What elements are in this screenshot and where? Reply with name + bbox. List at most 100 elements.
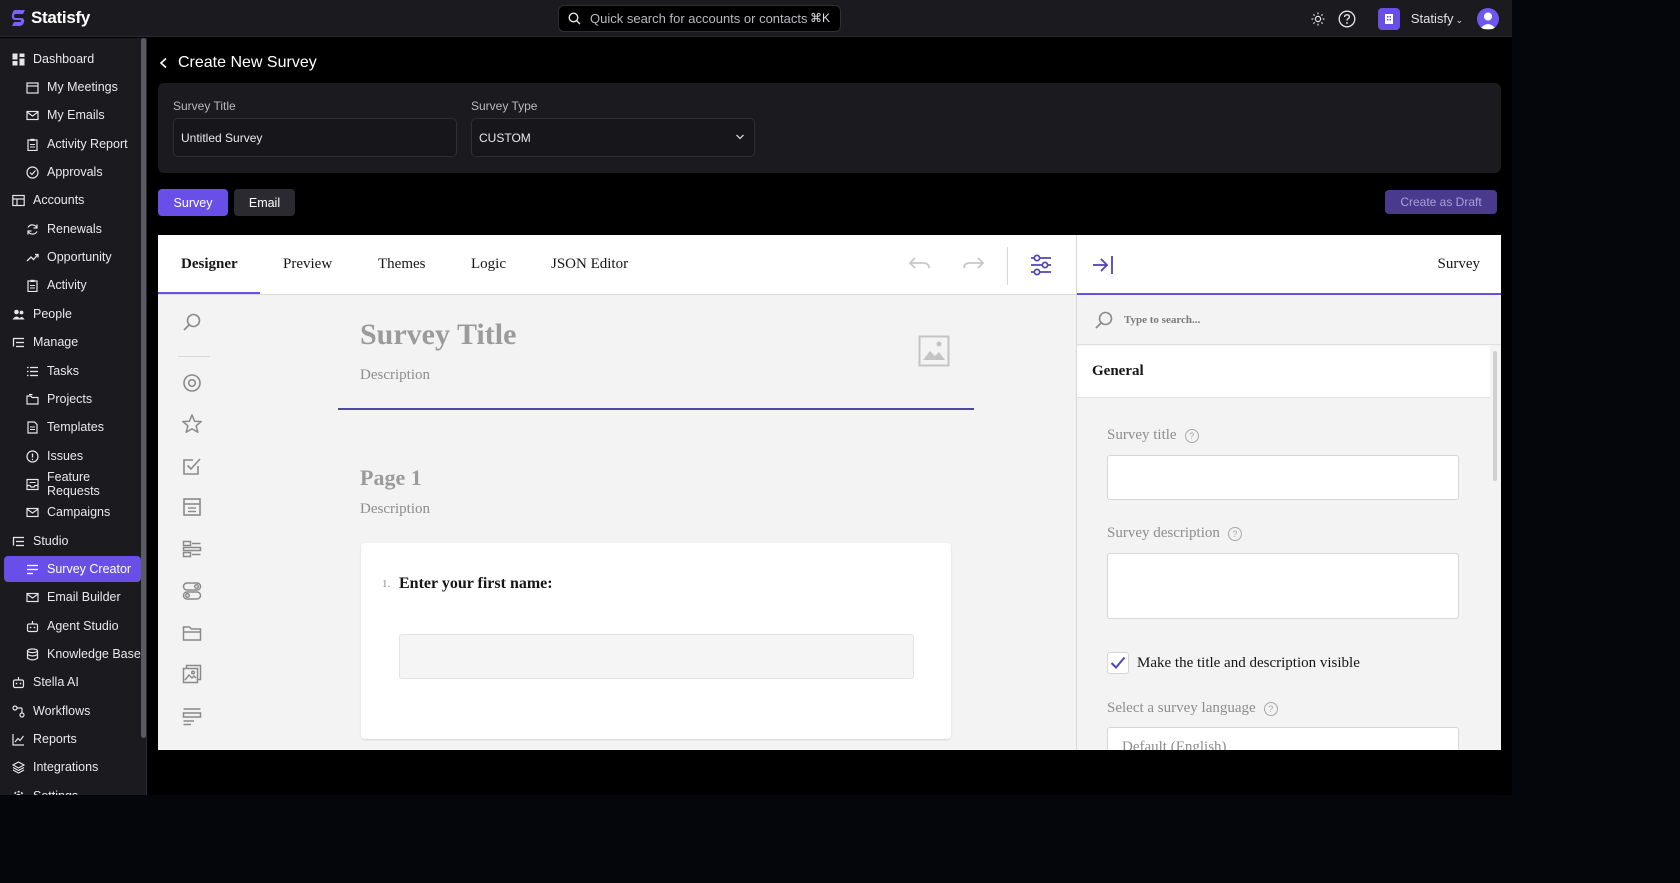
sidebar-item-opportunity[interactable]: Opportunity xyxy=(4,244,141,270)
mail-icon xyxy=(25,590,39,604)
sidebar-item-approvals[interactable]: Approvals xyxy=(4,159,141,185)
org-switcher[interactable]: Statisfy ⌄ xyxy=(1411,11,1463,26)
sidebar-item-renewals[interactable]: Renewals xyxy=(4,216,141,242)
sidebar-item-label: Manage xyxy=(33,335,79,349)
survey-logo-image-icon[interactable] xyxy=(918,335,950,372)
sidebar-item-agent-studio[interactable]: Agent Studio xyxy=(4,613,141,639)
user-avatar[interactable] xyxy=(1477,7,1499,30)
file-upload-folder-icon[interactable] xyxy=(181,622,203,644)
prop-language-text: Select a survey language xyxy=(1107,700,1256,716)
sidebar-item-integrations[interactable]: Integrations xyxy=(4,754,141,780)
email-mode-button[interactable]: Email xyxy=(234,189,295,216)
help-question-icon[interactable]: ? xyxy=(1227,526,1242,541)
app-name: Statisfy xyxy=(31,8,91,27)
sidebar-item-label: Agent Studio xyxy=(47,619,119,633)
create-as-draft-button[interactable]: Create as Draft xyxy=(1385,190,1497,214)
list-icon xyxy=(25,364,39,378)
sidebar-item-label: Renewals xyxy=(47,222,102,236)
question-text-input[interactable] xyxy=(399,634,914,679)
category-general-header[interactable]: General xyxy=(1077,346,1490,398)
sidebar-item-studio[interactable]: Studio xyxy=(4,528,141,554)
sidebar-item-label: Integrations xyxy=(33,760,99,774)
org-badge-icon[interactable] xyxy=(1377,7,1400,30)
property-panel-scrollbar[interactable] xyxy=(1493,351,1497,481)
survey-title-input[interactable]: Untitled Survey xyxy=(173,118,457,157)
survey-title-value: Untitled Survey xyxy=(181,130,263,145)
sidebar-item-templates[interactable]: Templates xyxy=(4,414,141,440)
help-question-icon[interactable]: ? xyxy=(1184,428,1199,443)
sidebar-item-activity[interactable]: Activity xyxy=(4,272,141,298)
settings-sliders-icon[interactable] xyxy=(1029,253,1053,282)
theme-toggle-sun-icon[interactable] xyxy=(1311,12,1325,26)
sidebar-item-settings[interactable]: Settings xyxy=(4,783,141,795)
question-title[interactable]: Enter your first name: xyxy=(399,575,553,593)
sidebar-item-email-builder[interactable]: Email Builder xyxy=(4,584,141,610)
sidebar-item-activity-report[interactable]: Activity Report xyxy=(4,131,141,157)
search-placeholder: Quick search for accounts or contacts xyxy=(590,11,808,26)
question-toolbox xyxy=(158,295,258,750)
rating-star-icon[interactable] xyxy=(181,413,203,435)
back-chevron-icon[interactable] xyxy=(158,57,170,69)
top-bar: Statisfy Quick search for accounts or co… xyxy=(0,0,1512,37)
sidebar-item-my-emails[interactable]: My Emails xyxy=(4,102,141,128)
collapse-panel-icon[interactable] xyxy=(1092,254,1114,276)
tab-themes[interactable]: Themes xyxy=(378,256,425,273)
sidebar-item-feature-requests[interactable]: Feature Requests xyxy=(4,470,141,498)
survey-settings-card: Survey Title Untitled Survey Survey Type… xyxy=(158,83,1501,173)
sidebar-item-campaigns[interactable]: Campaigns xyxy=(4,499,141,525)
global-search[interactable]: Quick search for accounts or contacts ⌘K xyxy=(558,5,841,32)
sidebar-item-dashboard[interactable]: Dashboard xyxy=(4,46,141,72)
tab-json-editor[interactable]: JSON Editor xyxy=(551,256,628,273)
prop-show-title-checkbox-row[interactable]: Make the title and description visible xyxy=(1107,652,1360,674)
manage-icon xyxy=(11,335,25,349)
prop-show-title-checkbox[interactable] xyxy=(1107,652,1129,674)
tagbox-icon[interactable] xyxy=(181,538,203,560)
sidebar-item-label: Stella AI xyxy=(33,675,79,689)
sidebar-item-my-meetings[interactable]: My Meetings xyxy=(4,74,141,100)
property-search[interactable]: Type to search... xyxy=(1077,295,1501,345)
sidebar-item-stella-ai[interactable]: Stella AI xyxy=(4,669,141,695)
sidebar-item-projects[interactable]: Projects xyxy=(4,386,141,412)
sidebar-item-issues[interactable]: Issues xyxy=(4,443,141,469)
survey-description-placeholder[interactable]: Description xyxy=(360,367,430,384)
redo-icon[interactable] xyxy=(961,253,985,280)
prop-survey-title-input[interactable] xyxy=(1107,455,1459,500)
tab-preview[interactable]: Preview xyxy=(283,256,332,273)
sidebar-scrollbar[interactable] xyxy=(141,38,146,738)
survey-type-select[interactable]: CUSTOM xyxy=(471,118,755,157)
question-card[interactable]: 1. Enter your first name: xyxy=(361,543,951,739)
help-question-icon[interactable]: ? xyxy=(1263,701,1278,716)
survey-mode-button[interactable]: Survey xyxy=(158,189,228,216)
tab-logic[interactable]: Logic xyxy=(471,256,506,273)
toolbox-search-icon[interactable] xyxy=(181,311,203,333)
undo-icon[interactable] xyxy=(908,253,932,280)
survey-title-placeholder[interactable]: Survey Title xyxy=(360,318,516,352)
layers-icon xyxy=(11,760,25,774)
checkbox-icon[interactable] xyxy=(181,455,203,477)
tab-designer[interactable]: Designer xyxy=(181,256,238,273)
dashboard-icon xyxy=(11,52,25,66)
page-description-placeholder[interactable]: Description xyxy=(360,501,430,518)
sidebar-item-tasks[interactable]: Tasks xyxy=(4,358,141,384)
sidebar-item-workflows[interactable]: Workflows xyxy=(4,698,141,724)
prop-language-select[interactable]: Default (English) xyxy=(1107,727,1459,750)
org-name: Statisfy xyxy=(1410,11,1454,26)
mail-icon xyxy=(25,505,39,519)
page-name-placeholder[interactable]: Page 1 xyxy=(360,465,422,491)
image-picker-icon[interactable] xyxy=(181,663,203,685)
sidebar-item-accounts[interactable]: Accounts xyxy=(4,187,141,213)
boolean-toggle-icon[interactable] xyxy=(181,580,203,602)
dropdown-icon[interactable] xyxy=(181,496,203,518)
app-logo[interactable]: Statisfy xyxy=(11,8,90,28)
sidebar-item-survey-creator[interactable]: Survey Creator xyxy=(4,556,141,582)
ranking-icon[interactable] xyxy=(181,705,203,727)
sidebar-item-reports[interactable]: Reports xyxy=(4,726,141,752)
sidebar-item-people[interactable]: People xyxy=(4,301,141,327)
sidebar-item-knowledge-base[interactable]: Knowledge Base xyxy=(4,641,141,667)
help-icon[interactable] xyxy=(1338,10,1356,28)
prop-survey-description-textarea[interactable] xyxy=(1107,553,1459,619)
search-shortcut: ⌘K xyxy=(809,11,830,25)
database-icon xyxy=(25,647,39,661)
radiogroup-icon[interactable] xyxy=(181,372,203,394)
sidebar-item-manage[interactable]: Manage xyxy=(4,329,141,355)
